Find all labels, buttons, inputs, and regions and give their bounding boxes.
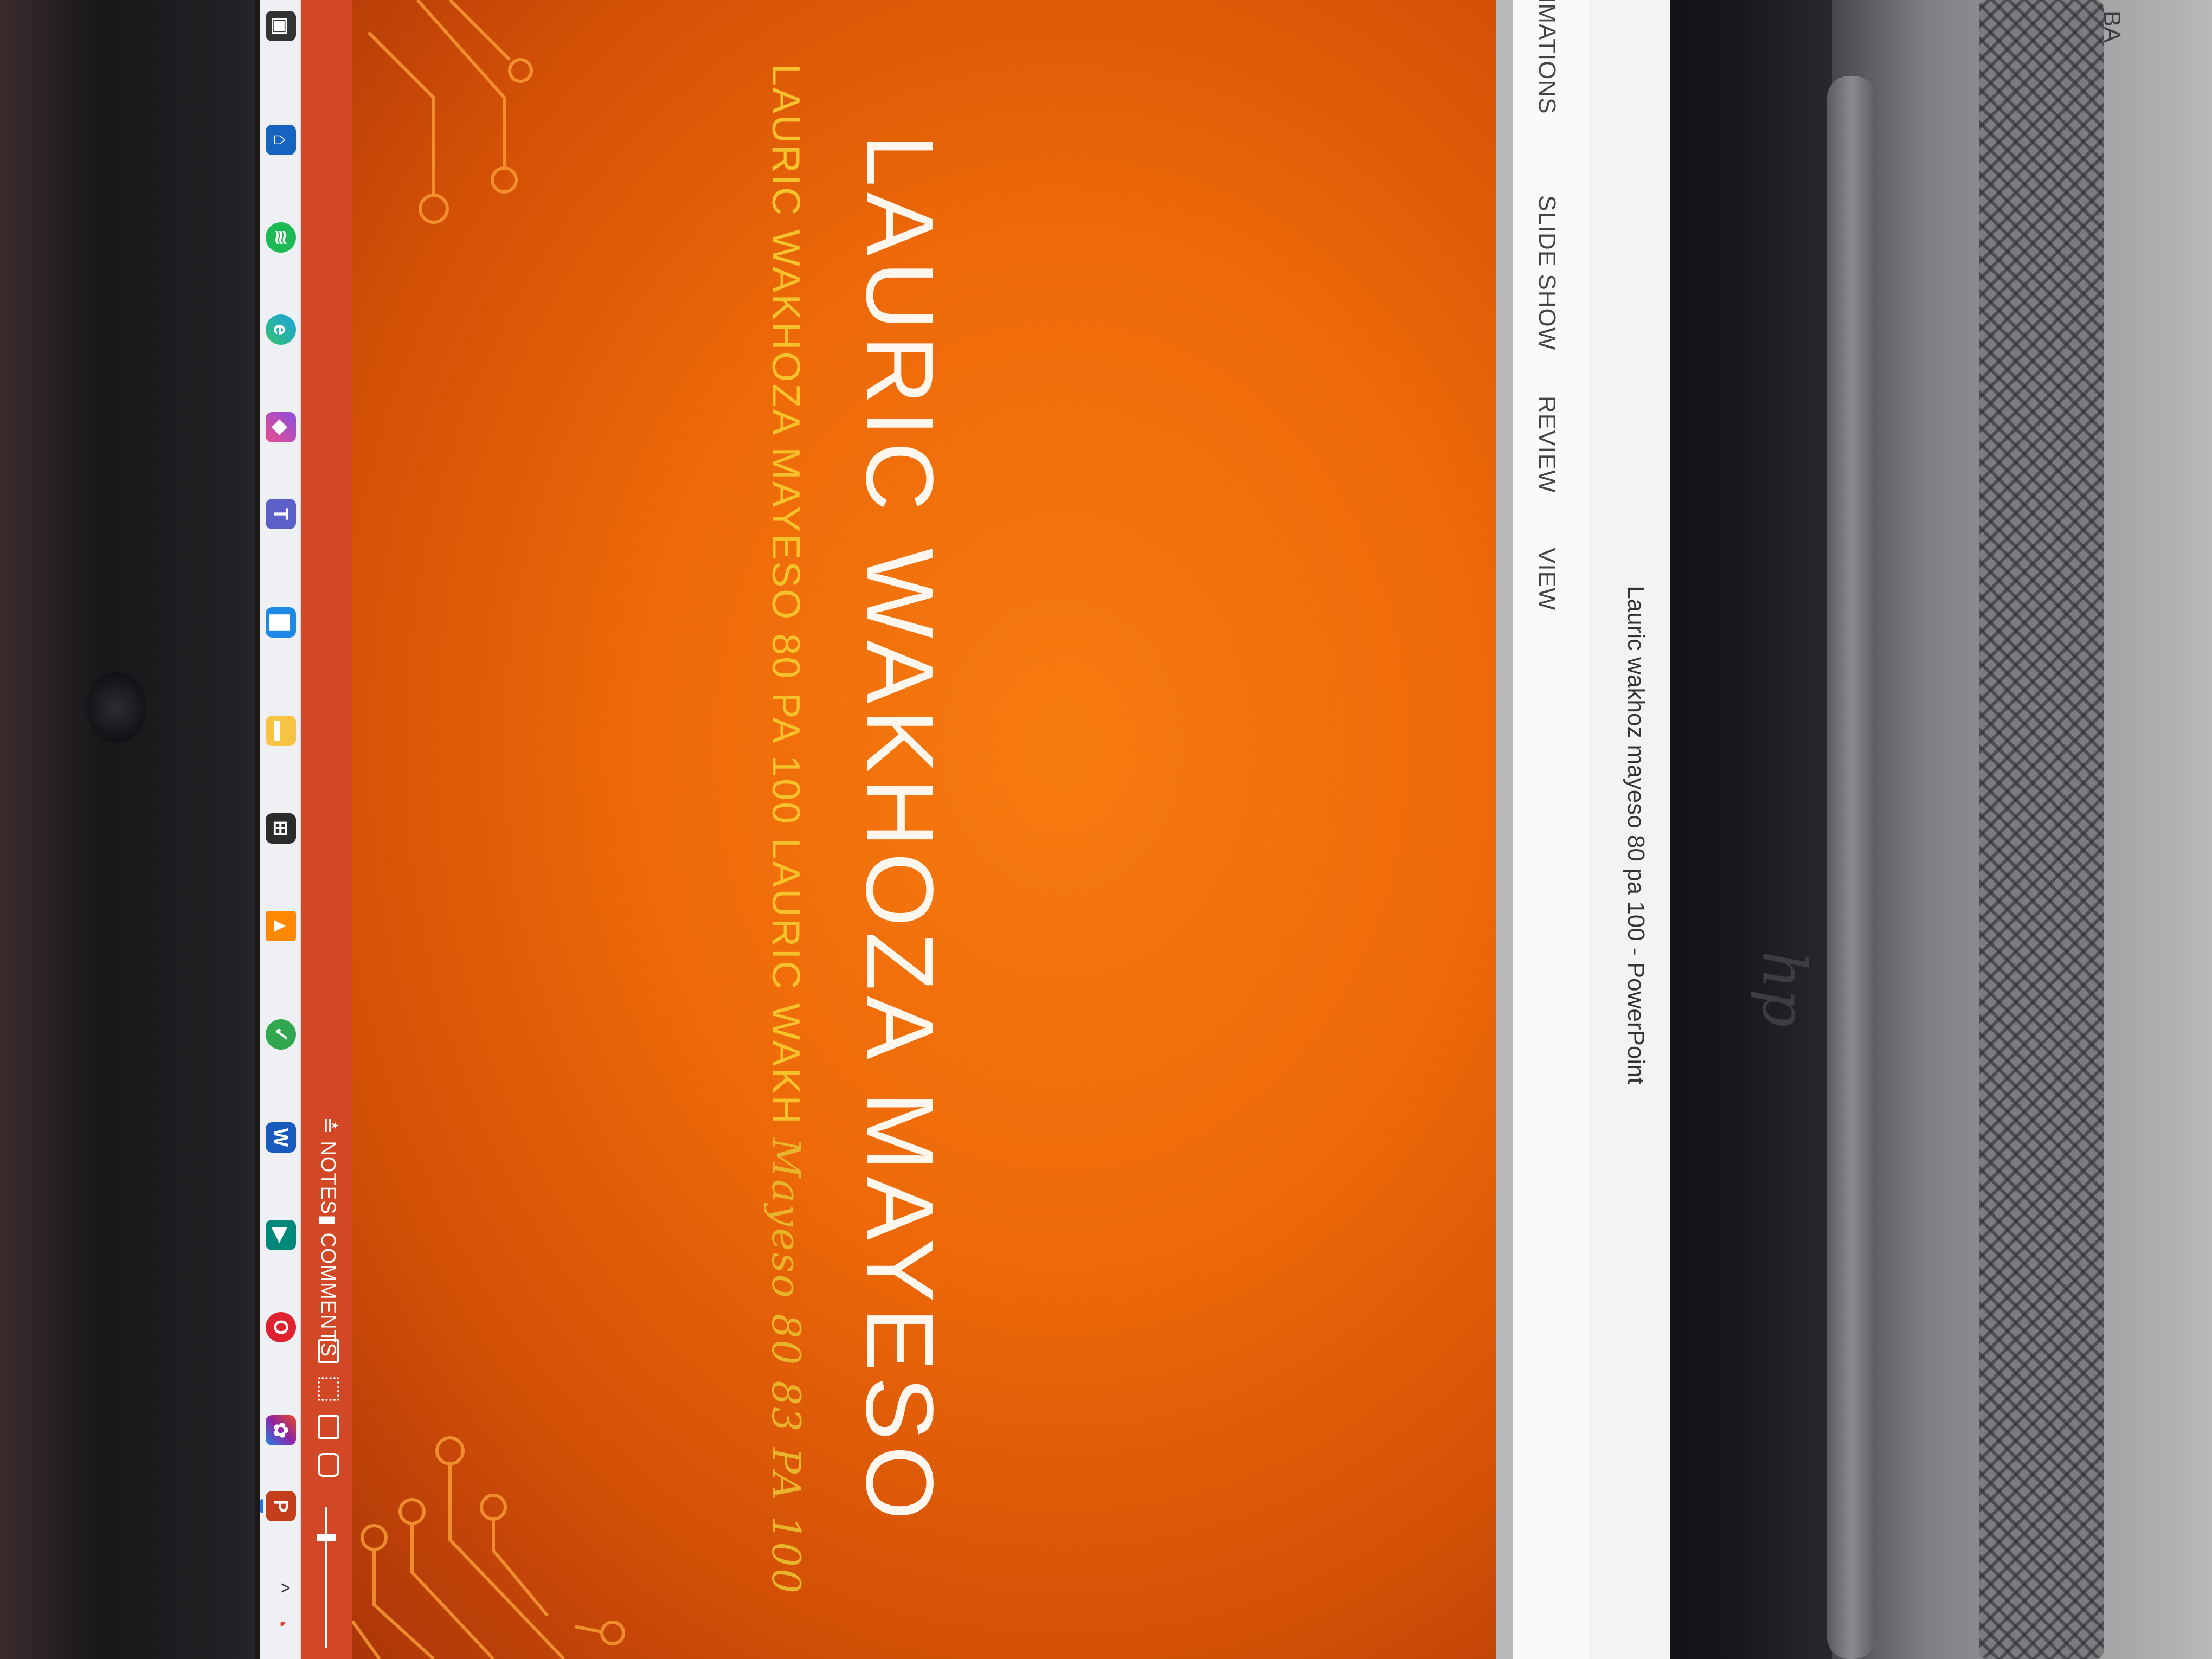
spotify-icon[interactable]: ≋ [266, 222, 296, 253]
start-icon[interactable]: ▣ [266, 11, 296, 41]
edge-icon[interactable]: e [266, 314, 296, 345]
laptop-bezel-left [0, 0, 255, 1659]
zoom-slider-thumb[interactable] [317, 1534, 336, 1541]
ribbon-tabs: ANIMATIONS SLIDE SHOW REVIEW VIEW [1512, 0, 1589, 1659]
comments-button[interactable]: ▮ COMMENTS [316, 1214, 340, 1357]
active-app-indicator [260, 1499, 263, 1513]
copilot-icon[interactable]: ◆ [266, 412, 296, 442]
notes-label: NOTES [317, 1141, 339, 1215]
slide-sorter-icon[interactable] [318, 1377, 339, 1401]
notes-button[interactable]: ≛ NOTES [316, 1117, 340, 1214]
tab-review[interactable]: REVIEW [1533, 396, 1560, 493]
title-bar: Lauric wakhoz mayeso 80 pa 100 - PowerPo… [1588, 0, 1670, 1659]
slide-subtitle[interactable]: LAURIC WAKHOZA MAYESO 80 PA 100 LAURIC W… [763, 0, 809, 1659]
normal-view-icon[interactable] [318, 1339, 339, 1363]
tab-animations[interactable]: ANIMATIONS [1533, 0, 1560, 114]
meet-icon[interactable]: ▶ [266, 1220, 296, 1250]
status-bar: ≛ NOTES ▮ COMMENTS [301, 0, 352, 1659]
slide-title[interactable]: LAURIC WAKHOZA MAYESO [845, 0, 954, 1659]
green-app-icon[interactable]: ✓ [266, 1019, 296, 1050]
zoom-slider[interactable] [325, 1507, 327, 1648]
word-icon[interactable]: W [266, 1122, 296, 1153]
notes-icon: ≛ [317, 1117, 339, 1141]
tab-view[interactable]: VIEW [1533, 548, 1560, 610]
slide-subtitle-typed: LAURIC WAKHOZA MAYESO 80 PA 100 LAURIC W… [764, 64, 807, 1126]
widget-icon[interactable]: ▇ [266, 607, 296, 638]
window-title: Lauric wakhoz mayeso 80 pa 100 - PowerPo… [1623, 586, 1649, 1084]
reading-view-icon[interactable] [318, 1415, 339, 1439]
slide-show-icon[interactable] [318, 1453, 339, 1477]
comments-label: COMMENTS [317, 1232, 339, 1358]
powerpoint-icon[interactable]: P [266, 1491, 296, 1521]
taskbar: ▣ ⌂ ≋ e ◆ T ▇ ▬ ⊞ ▲ ✓ W ▶ O ✿ P ^ ◔ [260, 0, 301, 1659]
store-icon[interactable]: ⌂ [266, 125, 296, 155]
teams-icon[interactable]: T [266, 499, 296, 529]
microsoft365-icon[interactable]: ✿ [266, 1415, 296, 1445]
slide-subtitle-handwritten: Mayeso 80 83 PA 100 [763, 1137, 809, 1595]
chassis-label: BA [2099, 11, 2125, 43]
hp-logo: hp [1749, 950, 1819, 1027]
tab-slide-show[interactable]: SLIDE SHOW [1533, 195, 1560, 350]
slide-editor-area: LAURIC WAKHOZA MAYESO LAURIC WAKHOZA MAY… [352, 0, 1513, 1659]
vlc-icon[interactable]: ▲ [266, 911, 296, 941]
screen: Lauric wakhoz mayeso 80 pa 100 - PowerPo… [260, 0, 1670, 1659]
microsoft-store-icon[interactable]: ⊞ [266, 813, 296, 844]
google-drive-icon[interactable]: ◔ [269, 1616, 293, 1628]
laptop-hinge [1827, 76, 1876, 1659]
slide[interactable]: LAURIC WAKHOZA MAYESO LAURIC WAKHOZA MAY… [352, 0, 1496, 1659]
comment-icon: ▮ [317, 1214, 339, 1233]
opera-icon[interactable]: O [266, 1312, 296, 1342]
webcam [87, 672, 146, 743]
speaker-grille [1979, 0, 2104, 1659]
chevron-up-icon[interactable]: ^ [269, 1583, 293, 1593]
file-explorer-icon[interactable]: ▬ [266, 716, 296, 746]
